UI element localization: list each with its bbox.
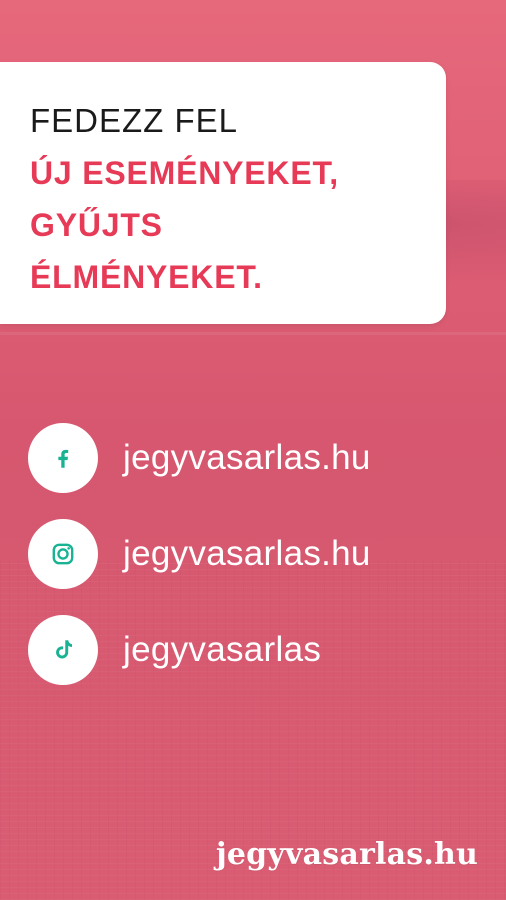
headline-line-2: ÚJ ESEMÉNYEKET, bbox=[30, 155, 339, 191]
brand-logo[interactable]: jegyvasarlas.hu bbox=[216, 837, 478, 872]
social-links: jegyvasarlas.hu jegyvasarlas.hu jegyvasa… bbox=[28, 422, 488, 710]
social-link-instagram[interactable]: jegyvasarlas.hu bbox=[28, 518, 488, 590]
promo-headline: FEDEZZ FEL ÚJ ESEMÉNYEKET, GYŰJTS ÉLMÉNY… bbox=[30, 95, 430, 303]
facebook-icon[interactable] bbox=[28, 423, 98, 493]
facebook-handle[interactable]: jegyvasarlas.hu bbox=[123, 438, 371, 478]
headline-line-1: FEDEZZ FEL bbox=[30, 102, 239, 139]
instagram-icon[interactable] bbox=[28, 519, 98, 589]
tiktok-handle[interactable]: jegyvasarlas bbox=[123, 630, 321, 670]
social-link-tiktok[interactable]: jegyvasarlas bbox=[28, 614, 488, 686]
tiktok-icon[interactable] bbox=[28, 615, 98, 685]
horizon-line bbox=[0, 332, 506, 335]
headline-line-4: ÉLMÉNYEKET. bbox=[30, 259, 263, 295]
social-link-facebook[interactable]: jegyvasarlas.hu bbox=[28, 422, 488, 494]
headline-line-3: GYŰJTS bbox=[30, 207, 163, 243]
instagram-handle[interactable]: jegyvasarlas.hu bbox=[123, 534, 371, 574]
